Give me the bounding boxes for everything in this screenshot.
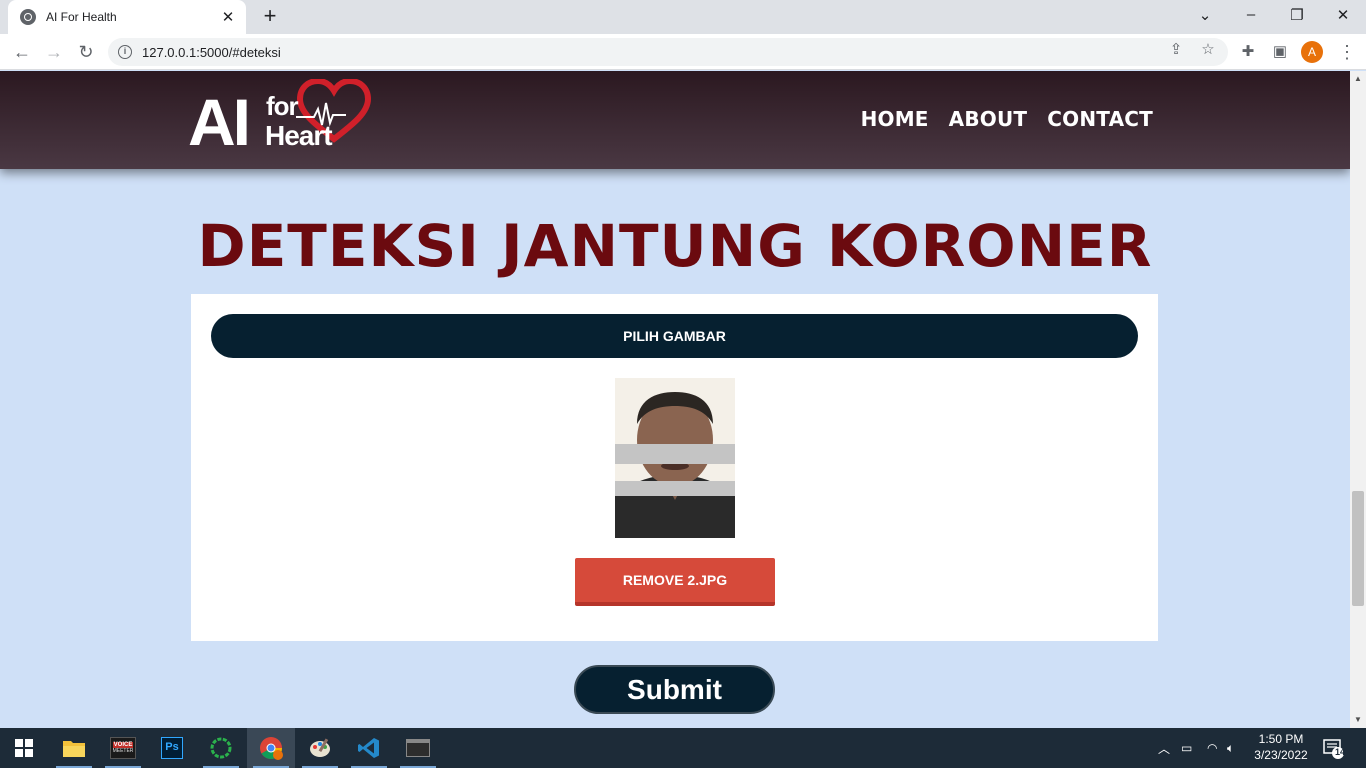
- terminal-button[interactable]: [394, 728, 442, 768]
- tab-search-icon[interactable]: ⌄: [1195, 6, 1215, 24]
- terminal-icon: [406, 739, 430, 757]
- voicemeeter-button[interactable]: VOICE MEETER: [99, 728, 147, 768]
- green-app-button[interactable]: [197, 728, 245, 768]
- close-tab-icon[interactable]: ✕: [220, 8, 236, 26]
- remove-image-button[interactable]: REMOVE 2.JPG: [575, 558, 775, 606]
- redaction-bar: [615, 481, 735, 496]
- profile-avatar[interactable]: A: [1301, 41, 1323, 63]
- image-preview: [615, 378, 735, 538]
- notification-center-button[interactable]: 14: [1322, 737, 1345, 759]
- photoshop-button[interactable]: Ps: [148, 728, 196, 768]
- address-bar[interactable]: i 127.0.0.1:5000/#deteksi: [108, 38, 1228, 66]
- url-text: 127.0.0.1:5000/#deteksi: [142, 44, 281, 60]
- reload-button[interactable]: ↻: [74, 40, 98, 64]
- battery-icon[interactable]: ▭: [1181, 728, 1192, 768]
- nav-home[interactable]: HOME: [861, 107, 929, 131]
- scroll-down-arrow-icon[interactable]: ▼: [1350, 712, 1366, 728]
- paint-palette-icon: [310, 738, 330, 757]
- chrome-button[interactable]: [247, 728, 295, 768]
- restore-button[interactable]: ❐: [1287, 6, 1307, 24]
- info-icon[interactable]: i: [118, 45, 132, 59]
- forward-button[interactable]: →: [42, 40, 66, 64]
- green-circle-icon: [210, 737, 232, 759]
- submit-button[interactable]: Submit: [574, 665, 775, 714]
- site-logo[interactable]: AI for Heart: [188, 79, 373, 159]
- vscode-icon: [358, 738, 379, 758]
- clock-time: 1:50 PM: [1258, 732, 1304, 746]
- wifi-icon[interactable]: ◠: [1207, 728, 1217, 768]
- volume-icon[interactable]: 🔈︎: [1227, 728, 1234, 768]
- system-clock[interactable]: 1:50 PM 3/23/2022: [1246, 731, 1316, 763]
- folder-icon: [63, 741, 85, 757]
- site-header: AI for Heart HOME ABOUT CONTACT: [0, 71, 1350, 169]
- chrome-icon: [260, 737, 283, 760]
- browser-toolbar: ← → ↻ i 127.0.0.1:5000/#deteksi ⇪ ☆ ✚ ▣ …: [0, 34, 1366, 70]
- nav-contact[interactable]: CONTACT: [1047, 107, 1153, 131]
- paint-button[interactable]: [296, 728, 344, 768]
- page-scrollbar[interactable]: ▲ ▼: [1350, 71, 1366, 728]
- browser-tabbar: AI For Health ✕ + ⌄ – ❐ ✕: [0, 0, 1366, 34]
- pick-image-button[interactable]: PILIH GAMBAR: [211, 314, 1138, 358]
- windows-logo-icon: [15, 739, 33, 757]
- vscode-button[interactable]: [345, 728, 393, 768]
- logo-ai-text: AI: [188, 85, 251, 159]
- new-tab-button[interactable]: +: [258, 5, 282, 27]
- browser-menu-icon[interactable]: ⋮: [1338, 40, 1356, 64]
- scroll-up-arrow-icon[interactable]: ▲: [1350, 71, 1366, 87]
- redaction-bar: [615, 444, 735, 464]
- share-icon[interactable]: ⇪: [1166, 40, 1186, 58]
- globe-icon: [20, 9, 36, 25]
- file-explorer-button[interactable]: [50, 728, 98, 768]
- nav-about[interactable]: ABOUT: [949, 107, 1028, 131]
- close-window-button[interactable]: ✕: [1333, 6, 1353, 24]
- notification-count: 14: [1334, 747, 1345, 757]
- tab-title: AI For Health: [46, 10, 117, 24]
- windows-start-button[interactable]: [0, 728, 48, 768]
- page-title: DETEKSI JANTUNG KORONER: [197, 212, 1153, 280]
- upload-card: PILIH GAMBAR REMOVE 2.JPG: [191, 294, 1158, 641]
- page-viewport: AI for Heart HOME ABOUT CONTACT DETEKSI …: [0, 71, 1350, 728]
- main-nav: HOME ABOUT CONTACT: [861, 107, 1153, 131]
- windows-taskbar: VOICE MEETER Ps ︿ ▭ ◠ 🔈︎ 1:50 PM 3/23/20…: [0, 728, 1366, 768]
- clock-date: 3/23/2022: [1254, 748, 1308, 762]
- scroll-thumb[interactable]: [1352, 491, 1364, 606]
- voicemeeter-icon: VOICE MEETER: [110, 737, 136, 759]
- browser-tab[interactable]: AI For Health ✕: [8, 0, 246, 34]
- logo-heart-text: Heart: [265, 120, 333, 151]
- side-panel-icon[interactable]: ▣: [1270, 42, 1290, 62]
- minimize-button[interactable]: –: [1241, 6, 1261, 23]
- bookmark-star-icon[interactable]: ☆: [1198, 40, 1218, 58]
- tray-chevron-up-icon[interactable]: ︿: [1158, 728, 1170, 768]
- photoshop-icon: Ps: [161, 737, 183, 759]
- back-button[interactable]: ←: [10, 40, 34, 64]
- extensions-icon[interactable]: ✚: [1238, 42, 1258, 62]
- logo-for-text: for: [266, 91, 299, 121]
